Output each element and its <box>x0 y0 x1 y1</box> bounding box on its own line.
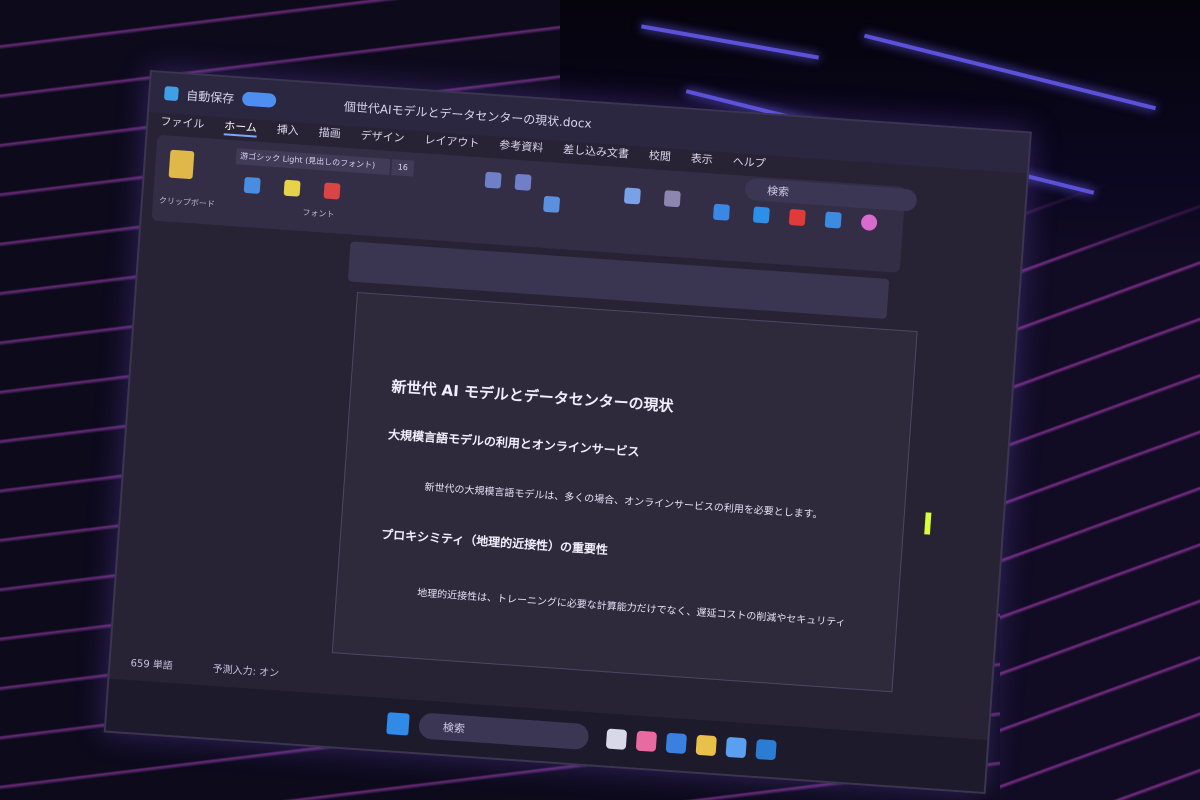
tab-home[interactable]: ホーム <box>223 117 258 138</box>
search-label: 検索 <box>766 184 790 199</box>
editor-icon[interactable] <box>752 206 770 224</box>
stage-light-beam <box>863 33 1157 111</box>
text-effects-icon[interactable] <box>243 176 261 194</box>
windows-start-icon[interactable] <box>386 712 410 736</box>
word-count[interactable]: 659 単語 <box>130 654 173 675</box>
text-prediction-status[interactable]: 予測入力: オン <box>212 660 280 683</box>
bullet-text: 新世代の大規模言語モデルは、多くの場合、オンラインサービスの利用を必要とします。 <box>424 482 823 521</box>
projection-screen: 自動保存 個世代AIモデルとデータセンターの現状.docx ファイル ホーム 挿… <box>103 70 1032 795</box>
tab-draw[interactable]: 描画 <box>318 124 341 143</box>
clipboard-group-label: クリップボード <box>158 195 216 209</box>
find-icon[interactable] <box>663 190 681 208</box>
font-size-select[interactable]: 16 <box>391 159 415 177</box>
taskbar-search[interactable]: 検索 <box>418 712 590 751</box>
numbering-icon[interactable] <box>514 173 532 191</box>
autosave-label: 自動保存 <box>185 88 235 106</box>
copilot-icon[interactable] <box>860 213 878 232</box>
font-name-select[interactable]: 游ゴシック Light (見出しのフォント) <box>235 148 391 175</box>
edge-icon[interactable] <box>665 732 687 755</box>
text-cursor-icon: I <box>920 507 935 543</box>
font-group-label: フォント <box>302 207 335 220</box>
autosave-toggle[interactable] <box>241 91 277 108</box>
tab-references[interactable]: 参考資料 <box>499 137 544 158</box>
bullet-text: 地理的近接性は、トレーニングに必要な計算能力だけでなく、遅延コストの削減やセキュ… <box>416 587 846 629</box>
align-icon[interactable] <box>543 195 561 213</box>
taskbar-search-label: 検索 <box>442 721 466 736</box>
word-taskbar-icon[interactable] <box>755 738 777 761</box>
add-in-icon[interactable] <box>788 208 806 227</box>
styles-icon[interactable] <box>623 187 641 205</box>
stage-light-beam <box>641 24 819 60</box>
task-view-icon[interactable] <box>605 728 628 750</box>
word-logo-icon <box>163 86 179 102</box>
tab-layout[interactable]: レイアウト <box>424 131 480 153</box>
copilot-taskbar-icon[interactable] <box>635 730 658 752</box>
tab-insert[interactable]: 挿入 <box>276 121 299 140</box>
dictate-icon[interactable] <box>712 203 731 221</box>
tab-review[interactable]: 校閲 <box>648 147 671 166</box>
paste-icon[interactable] <box>168 149 195 180</box>
tab-help[interactable]: ヘルプ <box>732 153 766 173</box>
tab-file[interactable]: ファイル <box>160 113 205 134</box>
file-explorer-icon[interactable] <box>695 734 717 757</box>
section-heading: プロキシミティ（地理的近接性）の重要性 <box>380 527 609 558</box>
tab-design[interactable]: デザイン <box>360 127 405 148</box>
store-icon[interactable] <box>725 736 747 759</box>
document-page[interactable]: 新世代 AI モデルとデータセンターの現状 大規模言語モデルの利用とオンラインサ… <box>331 291 918 693</box>
highlight-icon[interactable] <box>283 179 301 197</box>
bullets-icon[interactable] <box>484 171 502 189</box>
designer-icon[interactable] <box>824 211 842 229</box>
section-heading: 大規模言語モデルの利用とオンラインサービス <box>387 427 641 460</box>
tab-mailings[interactable]: 差し込み文書 <box>562 141 630 164</box>
font-color-icon[interactable] <box>323 182 341 200</box>
document-heading: 新世代 AI モデルとデータセンターの現状 <box>390 377 675 416</box>
tab-view[interactable]: 表示 <box>690 150 713 169</box>
document-title: 個世代AIモデルとデータセンターの現状.docx <box>343 99 593 131</box>
